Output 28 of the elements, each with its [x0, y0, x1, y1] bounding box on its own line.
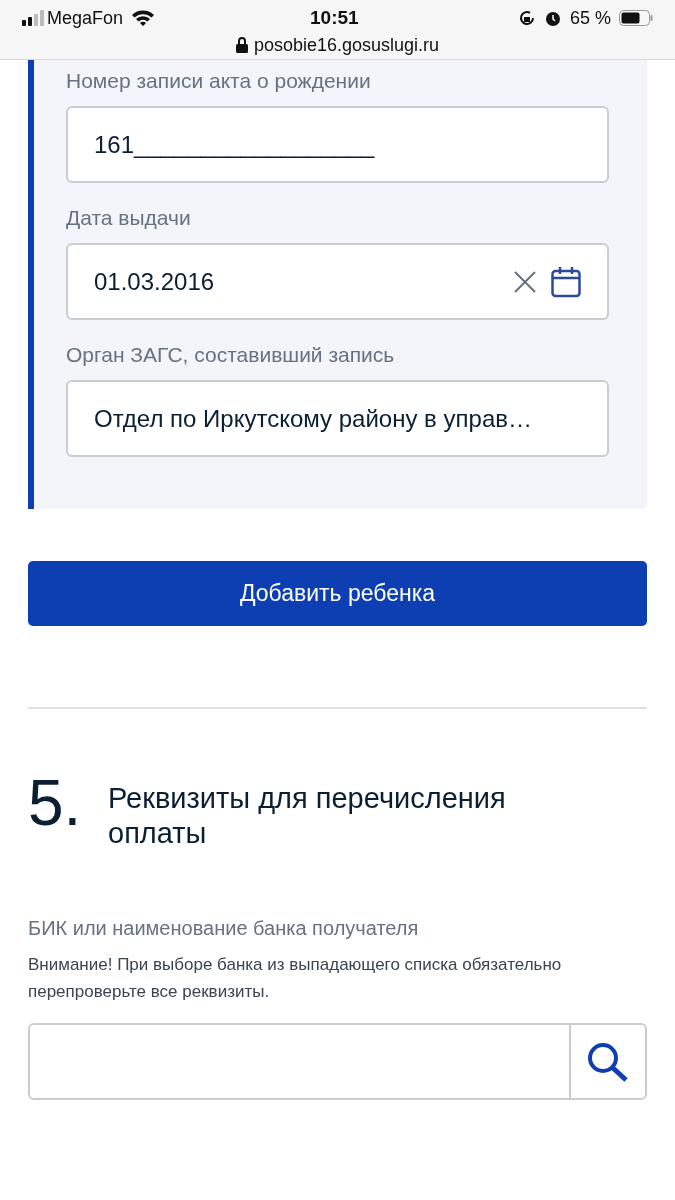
field-value: 01.03.2016 — [94, 266, 216, 297]
date-field[interactable]: 01.03.2016 — [66, 243, 609, 320]
field-value: Отдел по Иркутскому району в управ… — [94, 403, 533, 434]
clock-time: 10:51 — [310, 5, 359, 30]
lock-icon — [235, 37, 248, 53]
battery-icon — [619, 10, 653, 26]
carrier-name: MegaFon — [47, 6, 124, 30]
alarm-icon — [543, 9, 562, 27]
field-label: Номер записи акта о рождении — [66, 68, 372, 94]
section-title: Реквизиты для перечисления оплаты — [108, 781, 507, 851]
field-value: 161__________________ — [94, 129, 376, 160]
wifi-icon — [131, 9, 156, 27]
warning-note: Внимание! При выборе банка из выпадающего списка обязательно перепроверьте все реквизиты. — [28, 954, 563, 1003]
page-url[interactable]: posobie16.gosuslugi.ru — [253, 31, 440, 59]
search-icon — [587, 1041, 629, 1082]
input-field[interactable]: Отдел по Иркутскому району в управ… — [66, 380, 609, 457]
signal-icon — [22, 10, 44, 26]
rotation-lock-icon — [517, 9, 536, 27]
section-number: 5. — [28, 771, 83, 835]
field-label: Орган ЗАГС, составивший запись — [66, 342, 396, 368]
close-icon[interactable] — [513, 269, 537, 294]
add-child-button[interactable]: Добавить ребенка — [28, 561, 647, 626]
bank-search-field[interactable] — [28, 1023, 647, 1100]
field-label: Дата выдачи — [66, 205, 192, 231]
calendar-icon[interactable] — [551, 265, 581, 298]
input-field[interactable]: 161__________________ — [66, 106, 609, 183]
field-label: БИК или наименование банка получателя — [28, 916, 420, 941]
battery-percent: 65 % — [569, 6, 611, 30]
